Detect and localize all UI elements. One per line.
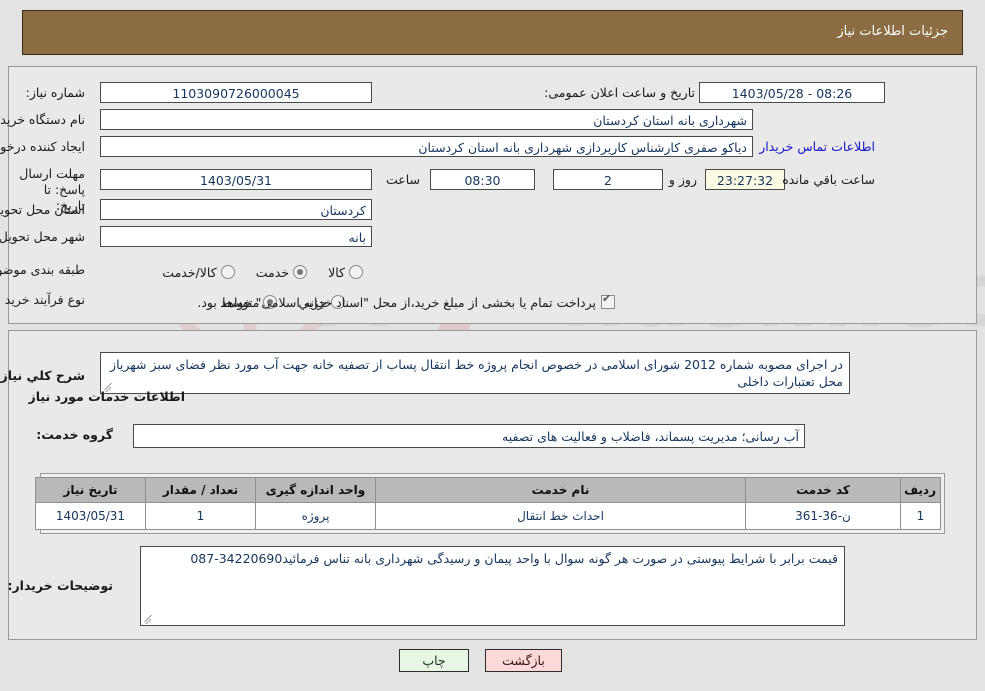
deadline-date-value: 1403/05/31 [100,169,372,190]
remaining-days-value: 2 [553,169,663,190]
process-type-label: نوع فرآیند خرید : [0,292,85,307]
classification-radio-khedmat[interactable] [293,265,308,279]
classification-label: طبقه بندی موضوعی: [0,262,85,277]
countdown-timer-value: 23:27:32 [705,169,785,190]
buyer-organization-label: نام دستگاه خریدار: [0,112,85,127]
service-group-value: آب رسانی؛ مدیریت پسماند، فاضلاب و فعالیت… [133,424,805,448]
treasury-note-row: پرداخت تمام یا بخشی از مبلغ خرید،از محل … [197,292,615,311]
need-summary-panel [8,66,977,324]
col-header-unit: واحد اندازه گیری [255,477,376,503]
resize-grip-icon[interactable] [143,614,153,624]
classification-label-khedmat: خدمت [255,265,290,280]
need-number-value: 1103090726000045 [100,82,372,103]
services-table: ردیف کد خدمت نام خدمت واحد اندازه گیری ت… [35,477,941,530]
delivery-province-value: کردستان [100,199,372,220]
general-description-value: در اجرای مصوبه شماره 2012 شورای اسلامی د… [100,352,850,394]
delivery-province-label: استان محل تحویل: [0,202,85,217]
page-header-bar: جزئیات اطلاعات نیاز [22,10,963,55]
services-table-container: ردیف کد خدمت نام خدمت واحد اندازه گیری ت… [35,473,945,534]
classification-radio-kala[interactable] [349,265,363,279]
page-title: جزئیات اطلاعات نیاز [837,24,948,39]
delivery-city-label: شهر محل تحویل: [0,229,85,244]
classification-label-kala: کالا [328,265,345,280]
col-header-service-name: نام خدمت [375,477,746,503]
remaining-hours-label: ساعت باقي مانده [782,172,875,187]
general-description-text: در اجرای مصوبه شماره 2012 شورای اسلامی د… [110,357,843,389]
requester-label: ایجاد کننده درخواست: [0,139,85,154]
buyer-notes-value: قیمت برابر با شرایط پیوستی در صورت هر گو… [140,546,845,626]
col-header-need-date: تاریخ نیاز [35,477,146,503]
cell-unit: پروژه [255,502,376,530]
service-group-label: گروه خدمت: [36,427,113,442]
buyer-notes-label: توضیحات خریدار: [7,578,113,593]
cell-quantity: 1 [145,502,256,530]
col-header-service-code: کد خدمت [745,477,901,503]
announcement-datetime-label: تاریخ و ساعت اعلان عمومی: [544,85,695,100]
classification-radio-kala-khedmat[interactable] [220,265,235,279]
table-header-row: ردیف کد خدمت نام خدمت واحد اندازه گیری ت… [35,477,941,503]
page-root: nder.net A جزئیات اطلاعات نیاز شماره نیا… [0,0,985,691]
table-row: 1 ن-36-361 احداث خط انتقال پروژه 1 1403/… [35,502,941,530]
general-description-label: شرح کلي نیاز: [0,368,85,383]
need-number-label: شماره نیاز: [25,85,85,100]
requester-value: دیاکو صفری کارشناس کاریردازی شهرداری بان… [100,136,753,157]
cell-row-no: 1 [900,502,941,530]
cell-service-name: احداث خط انتقال [375,502,746,530]
remaining-days-label: روز و [668,172,697,187]
treasury-checkbox[interactable] [601,292,615,309]
classification-radio-group[interactable]: کالا خدمت کالا/خدمت [146,262,363,281]
classification-label-kala-khedmat: کالا/خدمت [162,265,217,280]
buyer-contact-link[interactable]: اطلاعات تماس خریدار [759,139,875,154]
announcement-datetime-value: 08:26 - 1403/05/28 [699,82,885,103]
buyer-notes-text: قیمت برابر با شرایط پیوستی در صورت هر گو… [190,551,838,566]
cell-need-date: 1403/05/31 [35,502,146,530]
delivery-city-value: بانه [100,226,372,247]
buyer-organization-value: شهرداری بانه استان کردستان [100,109,753,130]
deadline-time-value: 08:30 [430,169,535,190]
cell-service-code: ن-36-361 [745,502,901,530]
col-header-quantity: تعداد / مقدار [145,477,256,503]
deadline-hour-label: ساعت [385,172,420,187]
treasury-note-text: پرداخت تمام یا بخشی از مبلغ خرید،از محل … [197,295,596,310]
col-header-row-no: ردیف [900,477,941,503]
services-section-heading: اطلاعات خدمات مورد نیاز [28,389,186,404]
print-button[interactable]: چاپ [399,649,469,672]
back-button[interactable]: بازگشت [485,649,562,672]
